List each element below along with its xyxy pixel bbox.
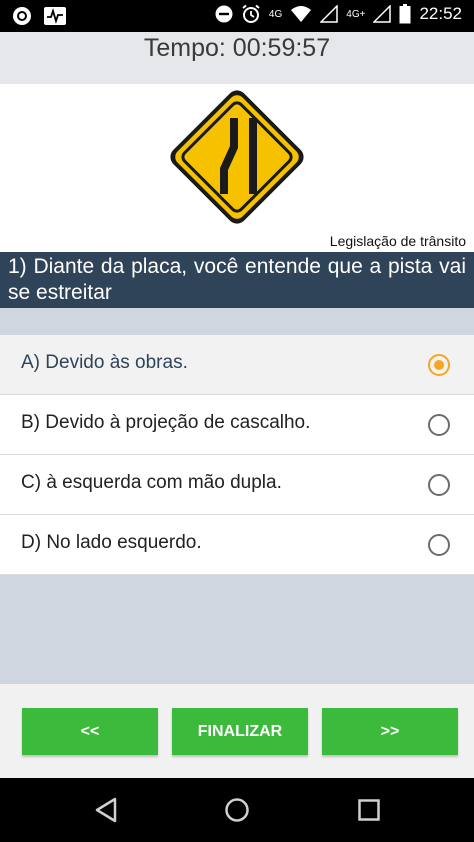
bottom-panel: << FINALIZAR >> bbox=[0, 684, 474, 778]
option-d[interactable]: D) No lado esquerdo. bbox=[0, 515, 474, 575]
option-c[interactable]: C) à esquerda com mão dupla. bbox=[0, 455, 474, 515]
previous-button[interactable]: << bbox=[22, 708, 158, 755]
pulse-icon bbox=[44, 7, 66, 25]
battery-icon bbox=[399, 4, 411, 24]
road-narrows-left-sign-icon bbox=[170, 90, 304, 224]
radio-icon[interactable] bbox=[428, 414, 450, 436]
question-text: 1) Diante da placa, você entende que a p… bbox=[0, 252, 474, 308]
status-time: 22:52 bbox=[419, 4, 462, 23]
next-button[interactable]: >> bbox=[322, 708, 458, 755]
category-label: Legislação de trânsito bbox=[329, 233, 466, 249]
option-a[interactable]: A) Devido às obras. bbox=[0, 335, 474, 395]
radio-icon[interactable] bbox=[428, 474, 450, 496]
option-b[interactable]: B) Devido à projeção de cascalho. bbox=[0, 395, 474, 455]
network-4g-label: 4G bbox=[268, 8, 283, 20]
dnd-icon bbox=[215, 5, 233, 23]
home-icon[interactable] bbox=[223, 796, 251, 824]
navigation-bar bbox=[0, 778, 474, 842]
timer-bar: Tempo: 00:59:57 bbox=[0, 32, 474, 84]
back-icon[interactable] bbox=[92, 796, 120, 824]
network-4g-icon: 4G bbox=[269, 9, 282, 20]
option-label: B) Devido à projeção de cascalho. bbox=[21, 412, 311, 433]
app-icon bbox=[12, 6, 32, 26]
finish-button[interactable]: FINALIZAR bbox=[172, 708, 308, 755]
timer-text: Tempo: 00:59:57 bbox=[143, 34, 331, 62]
option-label: D) No lado esquerdo. bbox=[21, 532, 202, 553]
radio-selected-icon[interactable] bbox=[428, 354, 450, 376]
options-list: A) Devido às obras. B) Devido à projeção… bbox=[0, 335, 474, 575]
option-label: A) Devido às obras. bbox=[21, 352, 188, 373]
recents-icon[interactable] bbox=[355, 796, 383, 824]
option-label: C) à esquerda com mão dupla. bbox=[21, 472, 282, 493]
sign-area: Legislação de trânsito bbox=[0, 84, 474, 252]
radio-icon[interactable] bbox=[428, 534, 450, 556]
signal-2-icon bbox=[373, 5, 392, 23]
network-4gplus-label: 4G+ bbox=[346, 8, 366, 20]
status-bar: 4G 4G+ 22:52 bbox=[0, 0, 474, 32]
signal-icon bbox=[320, 5, 339, 23]
alarm-icon bbox=[241, 4, 261, 24]
wifi-icon bbox=[290, 5, 312, 23]
